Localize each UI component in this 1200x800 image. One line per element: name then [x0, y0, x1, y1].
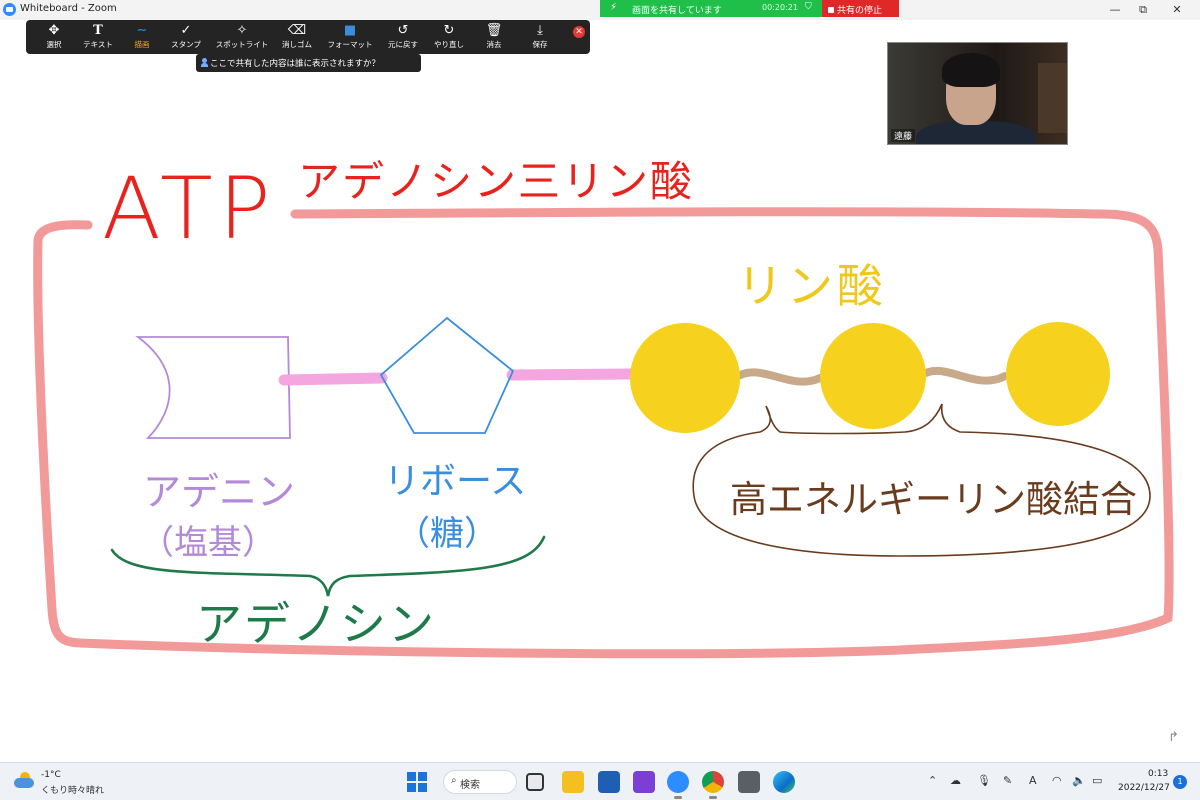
taskbar-search[interactable]: ⌕ 検索: [443, 770, 517, 794]
ribose-phosphate-link: [506, 368, 638, 381]
chrome-icon[interactable]: [702, 771, 724, 799]
adenine-label: アデニン: [143, 470, 295, 514]
weather-icon[interactable]: [14, 772, 34, 790]
chevron-up-icon[interactable]: ⌃: [928, 774, 937, 787]
adenine-sub-label: （塩基）: [140, 523, 276, 563]
adenine-shape: [135, 336, 291, 439]
battery-icon[interactable]: ▭: [1092, 774, 1102, 787]
file-explorer-icon[interactable]: [562, 771, 584, 793]
ribose-label: リボース: [384, 461, 526, 502]
phosphate-label: リン酸: [737, 259, 887, 313]
clock-date[interactable]: 2022/12/27: [1118, 783, 1170, 793]
ribose-sub-label: （糖）: [396, 514, 498, 554]
pen-icon[interactable]: ✎: [1003, 774, 1012, 787]
search-label: 検索: [460, 780, 480, 791]
weather-description: くもり時々晴れ: [41, 786, 105, 796]
high-energy-bond-label: 高エネルギーリン酸結合: [730, 478, 1137, 521]
volume-icon[interactable]: 🔈: [1072, 774, 1086, 787]
adenosine-label: アデノシン: [196, 597, 436, 651]
phosphate-bond-2: [918, 366, 1009, 385]
phosphate-circle-3: [1006, 322, 1110, 426]
phosphate-bond-1: [731, 368, 824, 386]
whiteboard-canvas[interactable]: ATP アデノシン三リン酸 リン酸 高エネルギーリン酸結合 アデニン （塩基） …: [0, 0, 1200, 762]
onedrive-icon[interactable]: ☁: [950, 774, 961, 787]
edge-icon[interactable]: [773, 771, 795, 793]
expand-icon[interactable]: ↱: [1168, 730, 1179, 745]
windows-taskbar: -1°C くもり時々晴れ ⌕ 検索 ⌃ ☁ 🎙 ✎ A ◠ 🔈 ▭ 0:13 2…: [0, 762, 1200, 800]
search-icon: ⌕: [451, 775, 457, 786]
clipchamp-icon[interactable]: [633, 771, 655, 793]
microphone-icon[interactable]: 🎙: [977, 774, 991, 787]
phosphate-circle-2: [820, 323, 926, 429]
atp-title: ATP: [102, 159, 277, 259]
camera-icon[interactable]: [738, 771, 760, 793]
zoom-whiteboard-window: Whiteboard - Zoom — ⧉ ✕ ⚡ 画面を共有しています 00:…: [0, 0, 1200, 800]
start-button[interactable]: [407, 772, 427, 792]
notification-badge[interactable]: 1: [1173, 775, 1187, 789]
input-mode-indicator[interactable]: A: [1029, 774, 1037, 787]
phosphate-circle-1: [630, 323, 740, 433]
clock-time[interactable]: 0:13: [1148, 769, 1168, 779]
atp-japanese-name: アデノシン三リン酸: [298, 157, 694, 206]
zoom-taskbar-icon[interactable]: [667, 771, 689, 799]
adenine-ribose-link: [278, 372, 388, 386]
task-view-icon[interactable]: [526, 773, 544, 791]
store-icon[interactable]: [598, 771, 620, 793]
ribose-pentagon: [379, 316, 515, 434]
temperature: -1°C: [41, 770, 61, 780]
wifi-icon[interactable]: ◠: [1052, 774, 1062, 787]
